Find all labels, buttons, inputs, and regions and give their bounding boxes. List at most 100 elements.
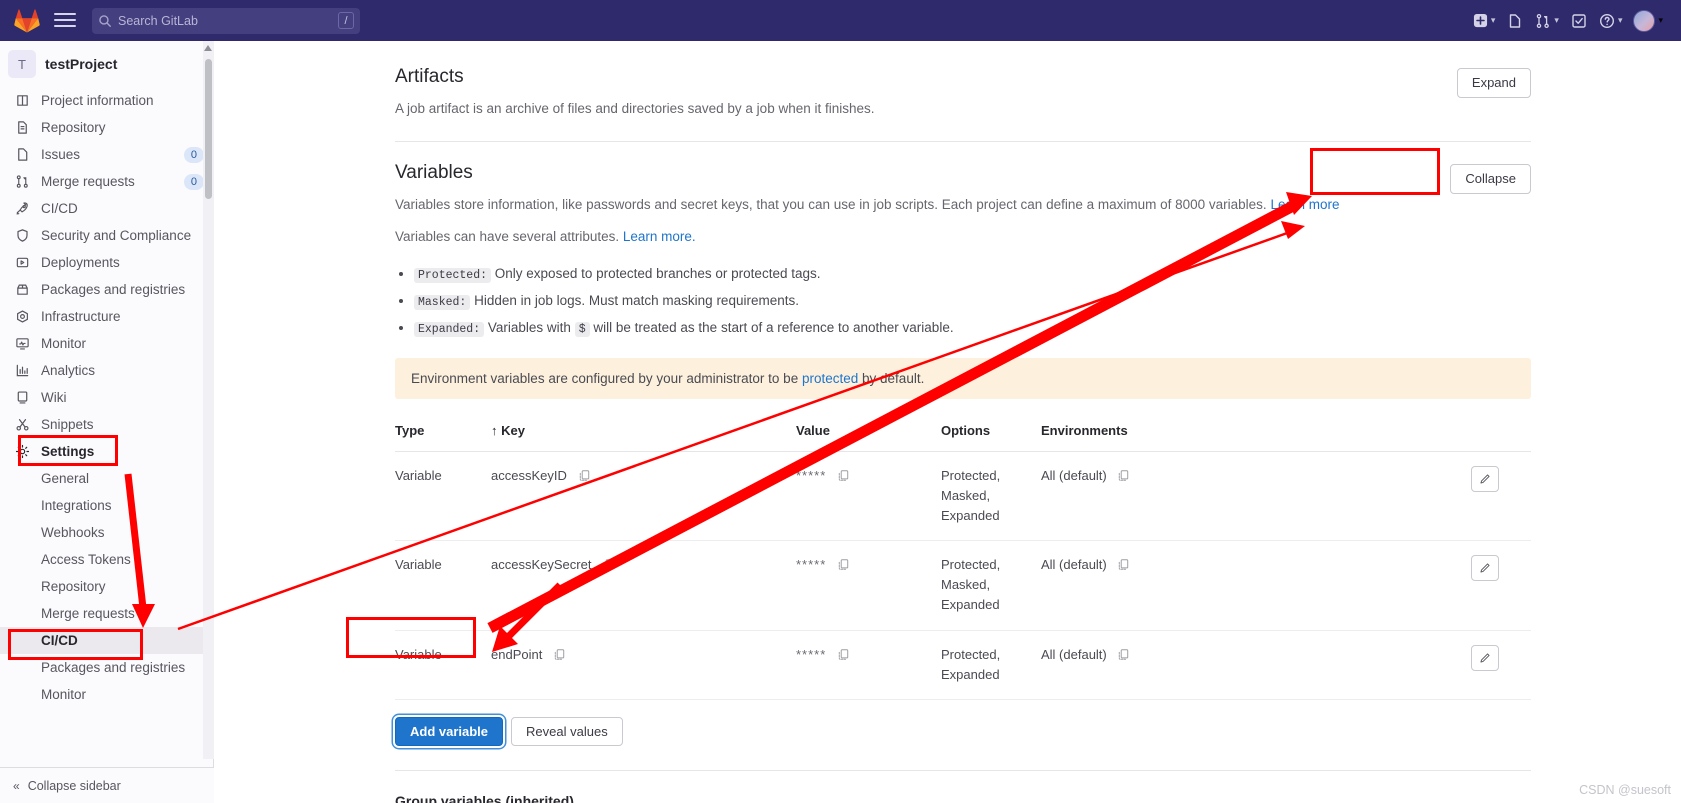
sidebar-item-settings[interactable]: Settings	[0, 438, 214, 465]
variables-section: Variables Variables store information, l…	[215, 142, 1681, 747]
alert-text-after: by default.	[862, 370, 925, 386]
sidebar-item-settings-repository[interactable]: Repository	[0, 573, 214, 600]
variables-learn-more-link-1[interactable]: Learn more	[1270, 197, 1339, 212]
column-header-key[interactable]: ↑ Key	[491, 412, 796, 452]
sidebar-item-security-and-compliance[interactable]: Security and Compliance	[0, 222, 214, 249]
column-header-type[interactable]: Type	[395, 412, 491, 452]
copy-icon[interactable]	[602, 557, 615, 577]
chevron-down-icon: ▾	[1490, 15, 1496, 25]
issues-button[interactable]	[1502, 7, 1528, 35]
sidebar-item-settings-merge-requests[interactable]: Merge requests	[0, 600, 214, 627]
sidebar-item-wiki[interactable]: Wiki	[0, 384, 214, 411]
alert-protected-link[interactable]: protected	[802, 371, 858, 386]
variables-attributes-list: Protected: Only exposed to protected bra…	[414, 260, 1531, 341]
scroll-up-arrow-icon[interactable]	[204, 45, 212, 51]
cell-type: Variable	[395, 630, 491, 700]
sidebar-item-label: Merge requests	[41, 174, 135, 189]
edit-variable-button[interactable]	[1471, 555, 1499, 582]
environment-variables-alert: Environment variables are configured by …	[395, 357, 1531, 399]
sidebar-item-issues[interactable]: Issues 0	[0, 141, 214, 168]
user-menu-button[interactable]: ▾	[1629, 9, 1663, 32]
search-slash-key: /	[338, 12, 354, 29]
edit-variable-button[interactable]	[1471, 644, 1499, 671]
deployments-icon	[14, 255, 30, 271]
artifacts-expand-button[interactable]: Expand	[1456, 68, 1531, 98]
search-input[interactable]	[118, 13, 338, 28]
sidebar-item-label: Project information	[41, 93, 154, 108]
sidebar-item-settings-webhooks[interactable]: Webhooks	[0, 519, 214, 546]
copy-icon[interactable]	[553, 647, 566, 667]
column-header-environments[interactable]: Environments	[1041, 412, 1471, 452]
shield-icon	[14, 228, 30, 244]
sidebar-item-merge-requests[interactable]: Merge requests 0	[0, 168, 214, 195]
sidebar-scrollbar[interactable]	[203, 41, 214, 759]
sidebar-subitem-label: Merge requests	[41, 606, 135, 621]
artifacts-section: Artifacts A job artifact is an archive o…	[215, 41, 1681, 119]
search-box[interactable]: /	[92, 7, 360, 34]
copy-icon[interactable]	[837, 468, 850, 488]
sidebar-item-project-information[interactable]: Project information	[0, 87, 214, 114]
column-header-actions	[1471, 412, 1531, 452]
variable-options: Protected, Expanded	[941, 646, 1001, 682]
sidebar-item-settings-access-tokens[interactable]: Access Tokens	[0, 546, 214, 573]
sidebar-item-settings-general[interactable]: General	[0, 465, 214, 492]
variable-environments: All (default)	[1041, 557, 1107, 573]
merge-requests-button[interactable]: ▾	[1532, 7, 1562, 35]
sidebar-item-settings-cicd[interactable]: CI/CD	[0, 627, 214, 654]
copy-icon[interactable]	[1117, 557, 1130, 577]
column-header-options[interactable]: Options	[941, 412, 1041, 452]
sidebar-item-snippets[interactable]: Snippets	[0, 411, 214, 438]
cell-environments: All (default)	[1041, 630, 1471, 700]
chevron-down-icon: ▾	[1617, 15, 1623, 25]
sidebar-item-analytics[interactable]: Analytics	[0, 357, 214, 384]
rocket-icon	[14, 201, 30, 217]
variables-actions: Add variable Reveal values	[395, 716, 1531, 747]
variable-environments: All (default)	[1041, 646, 1107, 662]
cell-environments: All (default)	[1041, 540, 1471, 631]
cell-options: Protected, Masked, Expanded	[941, 451, 1041, 542]
attribute-text-before: Variables with	[487, 319, 571, 335]
sidebar-item-cicd[interactable]: CI/CD	[0, 195, 214, 222]
gitlab-logo[interactable]	[14, 8, 40, 34]
edit-variable-button[interactable]	[1471, 465, 1499, 492]
sidebar-item-label: Packages and registries	[41, 282, 186, 297]
sidebar-item-repository[interactable]: Repository	[0, 114, 214, 141]
copy-icon[interactable]	[1117, 468, 1130, 488]
collapse-sidebar-button[interactable]: « Collapse sidebar	[0, 767, 214, 803]
help-circle-icon	[1599, 13, 1614, 28]
sidebar-item-label: CI/CD	[41, 201, 78, 216]
wiki-icon	[14, 390, 30, 406]
group-variables-title: Group variables (inherited)	[395, 793, 574, 803]
copy-icon[interactable]	[578, 468, 591, 488]
reveal-values-button[interactable]: Reveal values	[511, 716, 623, 747]
create-new-button[interactable]: ▾	[1470, 7, 1499, 35]
copy-icon[interactable]	[1117, 647, 1130, 667]
variables-collapse-button[interactable]: Collapse	[1450, 164, 1531, 194]
table-row: Variable endPoint ***** Protected, Expan…	[395, 630, 1531, 700]
copy-icon[interactable]	[837, 647, 850, 667]
copy-icon[interactable]	[837, 557, 850, 577]
variable-value-masked: *****	[796, 467, 827, 483]
variables-learn-more-link-2[interactable]: Learn more.	[623, 229, 696, 244]
sidebar-item-deployments[interactable]: Deployments	[0, 249, 214, 276]
gear-icon	[14, 444, 30, 460]
help-button[interactable]: ▾	[1596, 7, 1626, 35]
collapse-sidebar-label: Collapse sidebar	[27, 778, 121, 793]
sidebar-item-settings-packages-and-registries[interactable]: Packages and registries	[0, 654, 214, 681]
sidebar-item-settings-monitor[interactable]: Monitor	[0, 681, 214, 708]
project-avatar: T	[8, 50, 36, 78]
sidebar-item-settings-integrations[interactable]: Integrations	[0, 492, 214, 519]
variables-description-text: Variables store information, like passwo…	[395, 197, 1267, 213]
add-variable-button[interactable]: Add variable	[395, 716, 504, 747]
hamburger-menu-icon[interactable]	[54, 12, 76, 29]
project-header[interactable]: T testProject	[0, 41, 214, 87]
sidebar-item-label: Wiki	[41, 390, 67, 405]
todos-button[interactable]	[1566, 7, 1592, 35]
sidebar-item-label: Issues	[41, 147, 81, 162]
scrollbar-thumb[interactable]	[205, 59, 212, 199]
variable-key: accessKeyID	[491, 467, 567, 483]
sidebar-item-packages-and-registries[interactable]: Packages and registries	[0, 276, 214, 303]
column-header-value[interactable]: Value	[796, 412, 941, 452]
sidebar-item-infrastructure[interactable]: Infrastructure	[0, 303, 214, 330]
sidebar-item-monitor[interactable]: Monitor	[0, 330, 214, 357]
